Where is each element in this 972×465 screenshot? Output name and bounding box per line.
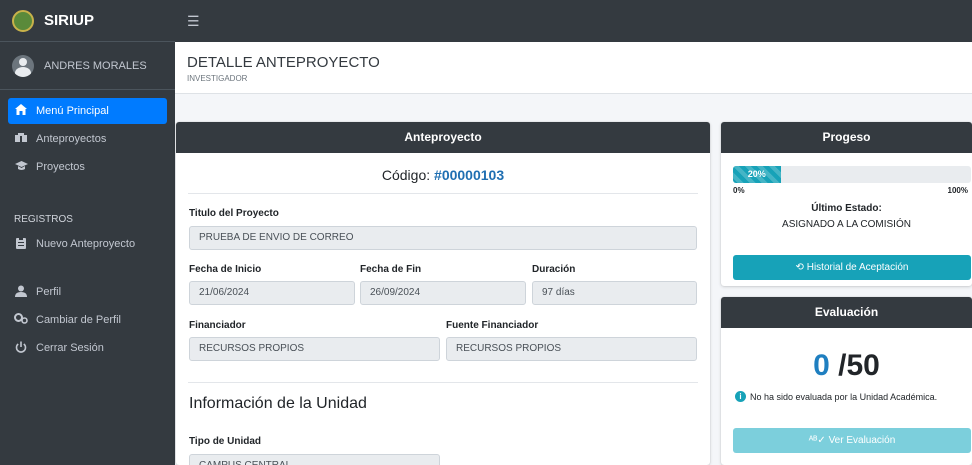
financiador-field[interactable]: RECURSOS PROPIOS (189, 337, 440, 361)
sidebar-item-perfil[interactable]: Perfil (8, 279, 167, 305)
card-title: Progeso (721, 122, 972, 153)
fecha-fin-field[interactable]: 26/09/2024 (360, 281, 526, 305)
ver-evaluacion-button[interactable]: ᴬᴮ✓ Ver Evaluación (733, 428, 971, 453)
unidad-section-title: Información de la Unidad (189, 395, 367, 412)
divider (188, 382, 698, 383)
financiador-label: Financiador (189, 320, 246, 331)
fecha-inicio-field[interactable]: 21/06/2024 (189, 281, 355, 305)
titulo-field[interactable]: PRUEBA DE ENVIO DE CORREO (189, 226, 697, 250)
progress-max-label: 100% (947, 186, 968, 195)
brand[interactable]: SIRIUP (0, 0, 175, 42)
fecha-fin-label: Fecha de Fin (360, 264, 422, 275)
user-panel[interactable]: ANDRES MORALES (0, 42, 175, 90)
avatar (12, 54, 34, 77)
sidebar-item-label: Perfil (36, 286, 62, 298)
fecha-inicio-label: Fecha de Inicio (189, 264, 262, 275)
boxes-icon (14, 132, 28, 146)
historial-aceptacion-button[interactable]: ⟲ Historial de Aceptación (733, 255, 971, 280)
sidebar-item-label: Cambiar de Perfil (36, 314, 121, 326)
titulo-label: Titulo del Proyecto (189, 208, 279, 219)
button-label: Ver Evaluación (828, 435, 896, 446)
user-icon (14, 285, 28, 300)
fuente-financiador-field[interactable]: RECURSOS PROPIOS (446, 337, 697, 361)
state-value: ASIGNADO A LA COMISIÓN (782, 219, 911, 230)
code-label: Código: (381, 167, 431, 183)
sidebar-item-menu-principal[interactable]: Menú Principal (8, 98, 167, 124)
sidebar-item-label: Cerrar Sesión (36, 342, 104, 354)
home-icon (14, 104, 28, 118)
sidebar-item-proyectos[interactable]: Proyectos (8, 154, 167, 180)
page-subtitle: INVESTIGADOR (187, 74, 248, 83)
sidebar-item-label: Nuevo Anteproyecto (36, 238, 136, 250)
tipo-unidad-field[interactable]: CAMPUS CENTRAL (189, 454, 440, 465)
graduation-cap-icon (14, 160, 28, 174)
power-icon (14, 341, 28, 356)
progress-bar-fill: 20% (733, 166, 781, 183)
user-name: ANDRES MORALES (44, 59, 147, 72)
button-label: Historial de Aceptación (806, 262, 909, 273)
sidebar-item-cambiar-perfil[interactable]: Cambiar de Perfil (8, 307, 167, 333)
score-value: 0 (813, 349, 830, 382)
sidebar-item-label: Menú Principal (36, 105, 109, 117)
history-icon: ⟲ (795, 262, 804, 273)
brand-logo-icon (12, 9, 34, 32)
sidebar: SIRIUP ANDRES MORALES Menú Principal Ant… (0, 0, 175, 465)
card-title: Anteproyecto (176, 122, 710, 153)
fuente-financiador-label: Fuente Financiador (446, 320, 539, 331)
sidebar-item-label: Anteproyectos (36, 133, 107, 145)
note-text: No ha sido evaluada por la Unidad Académ… (750, 391, 938, 402)
divider (188, 193, 698, 194)
info-icon: i (735, 391, 746, 402)
card-title: Evaluación (721, 297, 972, 328)
score: 0 /50 (721, 349, 972, 383)
progress-bar: 20% (733, 166, 971, 183)
sidebar-item-anteproyectos[interactable]: Anteproyectos (8, 126, 167, 152)
content-header: DETALLE ANTEPROYECTO INVESTIGADOR (175, 42, 972, 94)
menu-toggle-icon[interactable]: ☰ (187, 13, 200, 30)
topbar: ☰ (175, 0, 972, 42)
progreso-card: Progeso 20% 0% 100% Último Estado: ASIGN… (721, 122, 972, 286)
sidebar-item-nuevo-anteproyecto[interactable]: Nuevo Anteproyecto (8, 231, 167, 257)
code-value: #00000103 (434, 167, 505, 183)
state-label: Último Estado: (811, 203, 882, 214)
page-title: DETALLE ANTEPROYECTO (187, 54, 380, 71)
evaluation-note: i No ha sido evaluada por la Unidad Acad… (735, 391, 937, 402)
sidebar-item-label: Proyectos (36, 161, 85, 173)
score-total: /50 (829, 349, 880, 382)
sidebar-item-cerrar-sesion[interactable]: Cerrar Sesión (8, 335, 167, 361)
progress-min-label: 0% (733, 186, 745, 195)
sidebar-section-registros: REGISTROS (14, 214, 73, 225)
anteproyecto-card: Anteproyecto Código: #00000103 Titulo de… (176, 122, 710, 465)
tipo-unidad-label: Tipo de Unidad (189, 436, 262, 447)
duracion-field[interactable]: 97 días (532, 281, 697, 305)
spellcheck-icon: ᴬᴮ✓ (808, 435, 826, 446)
brand-name: SIRIUP (44, 12, 95, 29)
project-code: Código: #00000103 (176, 167, 710, 183)
duracion-label: Duración (532, 264, 576, 275)
sidebar-nav: Menú Principal Anteproyectos Proyectos R… (0, 90, 175, 361)
evaluacion-card: Evaluación 0 /50 i No ha sido evaluada p… (721, 297, 972, 465)
clipboard-icon (14, 236, 28, 252)
gears-icon (14, 313, 28, 327)
